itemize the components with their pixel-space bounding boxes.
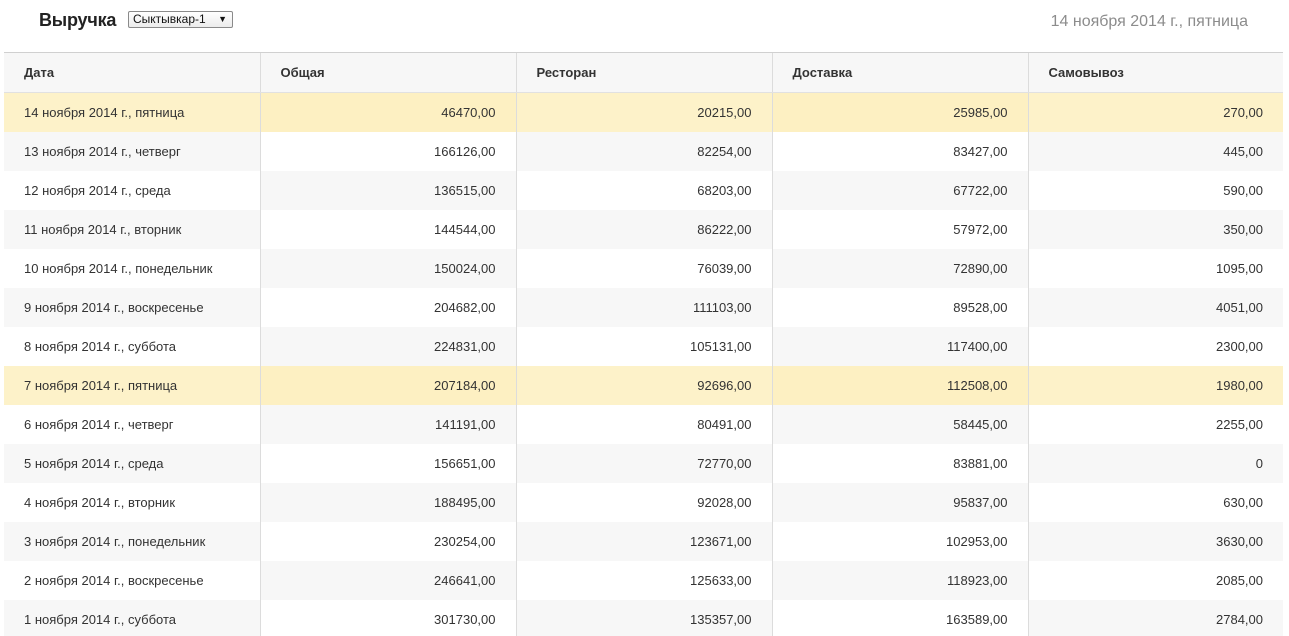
cell-delivery: 102953,00: [772, 522, 1028, 561]
table-row[interactable]: 1 ноября 2014 г., суббота301730,00135357…: [4, 600, 1283, 636]
revenue-table-container[interactable]: Дата Общая Ресторан Доставка Самовывоз 1…: [4, 52, 1283, 636]
table-row[interactable]: 6 ноября 2014 г., четверг141191,0080491,…: [4, 405, 1283, 444]
cell-pickup: 350,00: [1028, 210, 1283, 249]
cell-pickup: 445,00: [1028, 132, 1283, 171]
table-body: 14 ноября 2014 г., пятница46470,0020215,…: [4, 93, 1283, 636]
cell-total: 224831,00: [260, 327, 516, 366]
cell-date: 4 ноября 2014 г., вторник: [4, 483, 260, 522]
current-date: 14 ноября 2014 г., пятница: [1051, 13, 1248, 31]
cell-pickup: 2255,00: [1028, 405, 1283, 444]
page-title: Выручка: [39, 10, 116, 31]
cell-date: 6 ноября 2014 г., четверг: [4, 405, 260, 444]
cell-delivery: 57972,00: [772, 210, 1028, 249]
cell-pickup: 630,00: [1028, 483, 1283, 522]
cell-restaurant: 92028,00: [516, 483, 772, 522]
cell-delivery: 89528,00: [772, 288, 1028, 327]
cell-pickup: 1095,00: [1028, 249, 1283, 288]
cell-delivery: 25985,00: [772, 93, 1028, 133]
cell-date: 13 ноября 2014 г., четверг: [4, 132, 260, 171]
table-row[interactable]: 8 ноября 2014 г., суббота224831,00105131…: [4, 327, 1283, 366]
table-row[interactable]: 3 ноября 2014 г., понедельник230254,0012…: [4, 522, 1283, 561]
cell-total: 144544,00: [260, 210, 516, 249]
cell-pickup: 4051,00: [1028, 288, 1283, 327]
table-header-row: Дата Общая Ресторан Доставка Самовывоз: [4, 53, 1283, 93]
cell-total: 204682,00: [260, 288, 516, 327]
cell-date: 3 ноября 2014 г., понедельник: [4, 522, 260, 561]
cell-pickup: 1980,00: [1028, 366, 1283, 405]
cell-delivery: 83881,00: [772, 444, 1028, 483]
location-select-value: Сыктывкар-1: [133, 12, 206, 26]
table-row[interactable]: 9 ноября 2014 г., воскресенье204682,0011…: [4, 288, 1283, 327]
cell-date: 11 ноября 2014 г., вторник: [4, 210, 260, 249]
table-row[interactable]: 4 ноября 2014 г., вторник188495,0092028,…: [4, 483, 1283, 522]
cell-total: 46470,00: [260, 93, 516, 133]
cell-restaurant: 82254,00: [516, 132, 772, 171]
cell-restaurant: 72770,00: [516, 444, 772, 483]
table-row[interactable]: 2 ноября 2014 г., воскресенье246641,0012…: [4, 561, 1283, 600]
cell-total: 166126,00: [260, 132, 516, 171]
cell-delivery: 83427,00: [772, 132, 1028, 171]
cell-date: 14 ноября 2014 г., пятница: [4, 93, 260, 133]
cell-delivery: 117400,00: [772, 327, 1028, 366]
cell-total: 156651,00: [260, 444, 516, 483]
cell-date: 7 ноября 2014 г., пятница: [4, 366, 260, 405]
cell-pickup: 2784,00: [1028, 600, 1283, 636]
table-row[interactable]: 14 ноября 2014 г., пятница46470,0020215,…: [4, 93, 1283, 133]
revenue-table: Дата Общая Ресторан Доставка Самовывоз 1…: [4, 53, 1283, 636]
page-header: Выручка Сыктывкар-1 ▼ 14 ноября 2014 г.,…: [0, 0, 1289, 52]
cell-delivery: 163589,00: [772, 600, 1028, 636]
cell-pickup: 2085,00: [1028, 561, 1283, 600]
cell-restaurant: 123671,00: [516, 522, 772, 561]
location-select[interactable]: Сыктывкар-1 ▼: [128, 11, 233, 28]
cell-restaurant: 111103,00: [516, 288, 772, 327]
column-header-restaurant[interactable]: Ресторан: [516, 53, 772, 93]
cell-restaurant: 68203,00: [516, 171, 772, 210]
cell-restaurant: 125633,00: [516, 561, 772, 600]
cell-pickup: 590,00: [1028, 171, 1283, 210]
dropdown-arrow-icon: ▼: [218, 12, 227, 27]
table-row[interactable]: 12 ноября 2014 г., среда136515,0068203,0…: [4, 171, 1283, 210]
column-header-delivery[interactable]: Доставка: [772, 53, 1028, 93]
cell-pickup: 2300,00: [1028, 327, 1283, 366]
table-row[interactable]: 5 ноября 2014 г., среда156651,0072770,00…: [4, 444, 1283, 483]
cell-total: 136515,00: [260, 171, 516, 210]
cell-pickup: 3630,00: [1028, 522, 1283, 561]
cell-pickup: 0: [1028, 444, 1283, 483]
column-header-pickup[interactable]: Самовывоз: [1028, 53, 1283, 93]
cell-delivery: 58445,00: [772, 405, 1028, 444]
cell-date: 8 ноября 2014 г., суббота: [4, 327, 260, 366]
cell-date: 1 ноября 2014 г., суббота: [4, 600, 260, 636]
table-row[interactable]: 10 ноября 2014 г., понедельник150024,007…: [4, 249, 1283, 288]
cell-restaurant: 86222,00: [516, 210, 772, 249]
cell-restaurant: 80491,00: [516, 405, 772, 444]
cell-restaurant: 135357,00: [516, 600, 772, 636]
cell-pickup: 270,00: [1028, 93, 1283, 133]
cell-delivery: 72890,00: [772, 249, 1028, 288]
cell-delivery: 95837,00: [772, 483, 1028, 522]
cell-total: 246641,00: [260, 561, 516, 600]
table-row[interactable]: 11 ноября 2014 г., вторник144544,0086222…: [4, 210, 1283, 249]
cell-total: 230254,00: [260, 522, 516, 561]
cell-delivery: 112508,00: [772, 366, 1028, 405]
cell-delivery: 67722,00: [772, 171, 1028, 210]
column-header-total[interactable]: Общая: [260, 53, 516, 93]
cell-date: 9 ноября 2014 г., воскресенье: [4, 288, 260, 327]
cell-total: 141191,00: [260, 405, 516, 444]
cell-restaurant: 105131,00: [516, 327, 772, 366]
cell-delivery: 118923,00: [772, 561, 1028, 600]
column-header-date[interactable]: Дата: [4, 53, 260, 93]
cell-total: 301730,00: [260, 600, 516, 636]
table-row[interactable]: 7 ноября 2014 г., пятница207184,0092696,…: [4, 366, 1283, 405]
cell-restaurant: 20215,00: [516, 93, 772, 133]
cell-date: 12 ноября 2014 г., среда: [4, 171, 260, 210]
cell-date: 10 ноября 2014 г., понедельник: [4, 249, 260, 288]
cell-restaurant: 92696,00: [516, 366, 772, 405]
cell-date: 5 ноября 2014 г., среда: [4, 444, 260, 483]
cell-date: 2 ноября 2014 г., воскресенье: [4, 561, 260, 600]
cell-total: 207184,00: [260, 366, 516, 405]
table-row[interactable]: 13 ноября 2014 г., четверг166126,0082254…: [4, 132, 1283, 171]
cell-total: 188495,00: [260, 483, 516, 522]
cell-restaurant: 76039,00: [516, 249, 772, 288]
cell-total: 150024,00: [260, 249, 516, 288]
